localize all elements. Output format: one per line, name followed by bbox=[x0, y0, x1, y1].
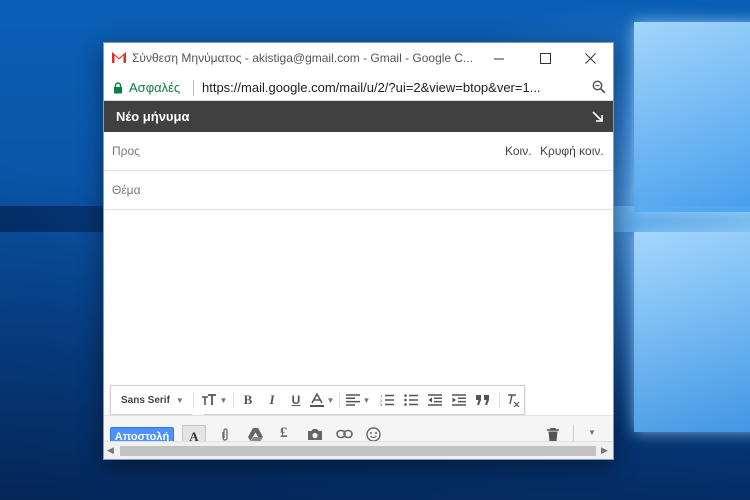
align-left-icon bbox=[345, 394, 360, 406]
bold-icon: B bbox=[243, 392, 253, 407]
scroll-right-arrow-icon[interactable]: ▶ bbox=[601, 445, 608, 456]
maximize-button[interactable] bbox=[522, 43, 568, 74]
italic-icon: I bbox=[269, 392, 275, 407]
indent-more-icon bbox=[452, 394, 466, 406]
title-bar[interactable]: Σύνθεση Μηνύματος - akistiga@gmail.com -… bbox=[104, 43, 613, 74]
emoji-icon[interactable] bbox=[366, 427, 381, 442]
to-field[interactable]: Προς Κοιν. Κρυφή κοιν. bbox=[104, 132, 613, 171]
compose-header: Νέο μήνυμα bbox=[104, 101, 613, 132]
remove-formatting-button[interactable] bbox=[502, 386, 524, 414]
indent-more-button[interactable] bbox=[447, 386, 471, 414]
font-family-label: Sans Serif bbox=[121, 394, 170, 406]
align-button[interactable]: ▼ bbox=[343, 386, 373, 414]
scrollbar-thumb[interactable] bbox=[120, 446, 596, 456]
zoom-icon[interactable] bbox=[592, 80, 606, 94]
minimize-button[interactable] bbox=[476, 43, 522, 74]
text-color-icon bbox=[309, 393, 324, 407]
italic-button[interactable]: I bbox=[260, 386, 284, 414]
bcc-link[interactable]: Κρυφή κοιν. bbox=[540, 144, 604, 158]
windows-logo-pane-bottom bbox=[634, 232, 750, 432]
chrome-popup-window: Σύνθεση Μηνύματος - akistiga@gmail.com -… bbox=[103, 42, 614, 460]
toolbar-divider bbox=[339, 393, 340, 408]
chevron-down-icon: ▼ bbox=[326, 395, 335, 405]
url-text[interactable]: https://mail.google.com/mail/u/2/?ui=2&v… bbox=[202, 80, 582, 95]
bold-button[interactable]: B bbox=[236, 386, 260, 414]
underline-icon: U bbox=[291, 393, 301, 407]
subject-label: Θέμα bbox=[112, 183, 141, 197]
camera-icon[interactable] bbox=[307, 428, 323, 441]
minimize-icon bbox=[493, 58, 504, 60]
font-family-select[interactable]: Sans Serif ▼ bbox=[115, 386, 191, 414]
maximize-icon bbox=[539, 53, 551, 64]
scroll-left-arrow-icon[interactable]: ◀ bbox=[107, 445, 114, 456]
chevron-down-icon: ▼ bbox=[219, 395, 228, 405]
quote-button[interactable] bbox=[471, 386, 495, 414]
text-color-button[interactable]: ▼ bbox=[308, 386, 336, 414]
window-title: Σύνθεση Μηνύματος - akistiga@gmail.com -… bbox=[132, 51, 474, 65]
secure-label[interactable]: Ασφαλές bbox=[129, 80, 180, 95]
close-button[interactable] bbox=[567, 43, 613, 74]
gmail-icon bbox=[111, 51, 127, 64]
bulleted-list-icon bbox=[404, 394, 418, 406]
address-separator bbox=[193, 80, 194, 96]
more-options-chevron-icon[interactable]: ▼ bbox=[588, 428, 596, 437]
address-bar[interactable]: Ασφαλές https://mail.google.com/mail/u/2… bbox=[104, 74, 613, 101]
insert-link-icon[interactable] bbox=[336, 428, 353, 440]
attach-file-icon[interactable] bbox=[220, 428, 230, 442]
compose-title: Νέο μήνυμα bbox=[116, 109, 190, 124]
toolbar-divider bbox=[499, 393, 500, 408]
underline-button[interactable]: U bbox=[284, 386, 308, 414]
bulleted-list-button[interactable] bbox=[399, 386, 423, 414]
quote-icon bbox=[476, 395, 489, 405]
toolbar-divider bbox=[233, 393, 234, 408]
exit-popout-icon[interactable] bbox=[592, 111, 603, 122]
chevron-down-icon: ▼ bbox=[362, 395, 371, 405]
horizontal-scrollbar[interactable]: ◀ ▶ bbox=[104, 441, 613, 459]
windows-logo-pane-top bbox=[634, 22, 750, 212]
trash-icon[interactable] bbox=[547, 428, 559, 441]
subject-field[interactable]: Θέμα bbox=[104, 171, 613, 210]
numbered-list-button[interactable]: 1 2 3 bbox=[375, 386, 399, 414]
message-body[interactable] bbox=[104, 210, 613, 385]
cc-link[interactable]: Κοιν. bbox=[505, 144, 532, 158]
toolbar-divider bbox=[193, 393, 194, 408]
money-icon[interactable]: £ bbox=[280, 425, 288, 442]
chevron-down-icon: ▼ bbox=[175, 395, 184, 405]
formatting-toolbar: Sans Serif ▼ ▼ B I U ▼ ▼ 1 2 3 bbox=[110, 385, 525, 422]
lock-icon bbox=[114, 82, 122, 94]
close-icon bbox=[584, 53, 596, 64]
text-size-icon bbox=[201, 394, 216, 405]
font-size-button[interactable]: ▼ bbox=[197, 386, 231, 414]
google-drive-icon[interactable] bbox=[248, 428, 263, 441]
numbered-list-icon: 1 2 3 bbox=[380, 394, 394, 406]
svg-text:3: 3 bbox=[380, 402, 383, 406]
clear-formatting-icon bbox=[508, 393, 520, 407]
indent-less-icon bbox=[428, 394, 442, 406]
indent-less-button[interactable] bbox=[423, 386, 447, 414]
to-label: Προς bbox=[112, 144, 140, 158]
